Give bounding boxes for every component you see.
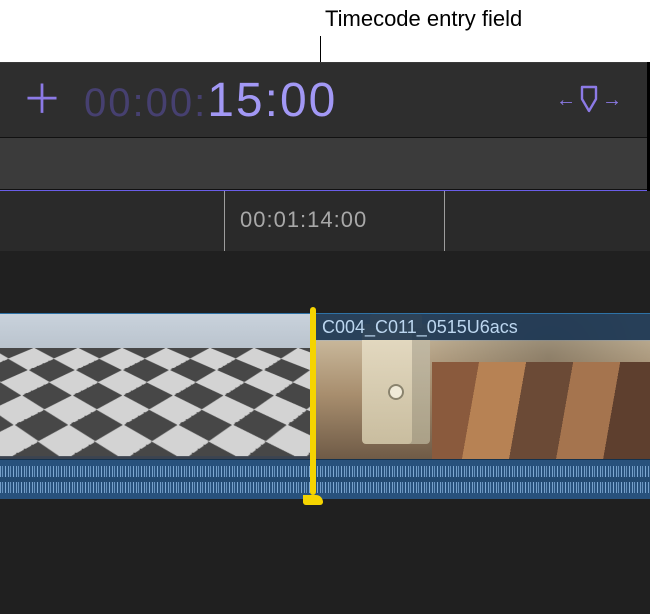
clip-audio-lane[interactable]	[0, 459, 312, 499]
arrow-left-icon: ←	[556, 89, 576, 112]
annotation-label: Timecode entry field	[325, 6, 522, 32]
add-delta-icon[interactable]: ＋	[22, 80, 62, 120]
range-end-handle[interactable]	[444, 191, 445, 251]
timeline-dashboard-strip	[0, 138, 650, 190]
timeline-ruler[interactable]: 00:01:14:00	[0, 191, 650, 251]
marker-pin-icon	[578, 85, 600, 115]
timeline-track-area[interactable]: C004_C011_0515U6acs	[0, 251, 650, 614]
clip-audio-lane[interactable]	[312, 459, 650, 499]
external-annotation: Timecode entry field	[0, 0, 650, 62]
clip-thumbnail	[0, 314, 312, 460]
timeline-clip[interactable]: C004_C011_0515U6acs	[312, 313, 650, 499]
arrow-right-icon: →	[602, 89, 622, 112]
thumbnail-roofs	[432, 362, 650, 460]
playhead-timecode: 00:01:14:00	[240, 207, 367, 233]
timecode-muted-segment: 00:00:	[84, 81, 207, 126]
timeline-editor: ＋ 00:00: 15:00 ← → 00:01:14:00	[0, 62, 650, 614]
range-start-handle[interactable]	[224, 191, 225, 251]
audio-waveform	[0, 466, 312, 493]
thumbnail-tower	[362, 324, 430, 444]
audio-waveform	[312, 466, 650, 493]
skimming-toggle[interactable]: ← →	[556, 85, 622, 115]
clip-name: C004_C011_0515U6acs	[322, 317, 518, 338]
timecode-active-segment: 15:00	[207, 73, 337, 128]
timeline-clip[interactable]	[0, 313, 312, 499]
clip-title-bar: C004_C011_0515U6acs	[312, 314, 650, 340]
timeline-toolbar: ＋ 00:00: 15:00 ← →	[0, 62, 650, 138]
thumbnail-checker-floor	[0, 348, 312, 456]
timecode-entry-field[interactable]: 00:00: 15:00	[84, 73, 337, 128]
primary-storyline: C004_C011_0515U6acs	[0, 313, 650, 499]
